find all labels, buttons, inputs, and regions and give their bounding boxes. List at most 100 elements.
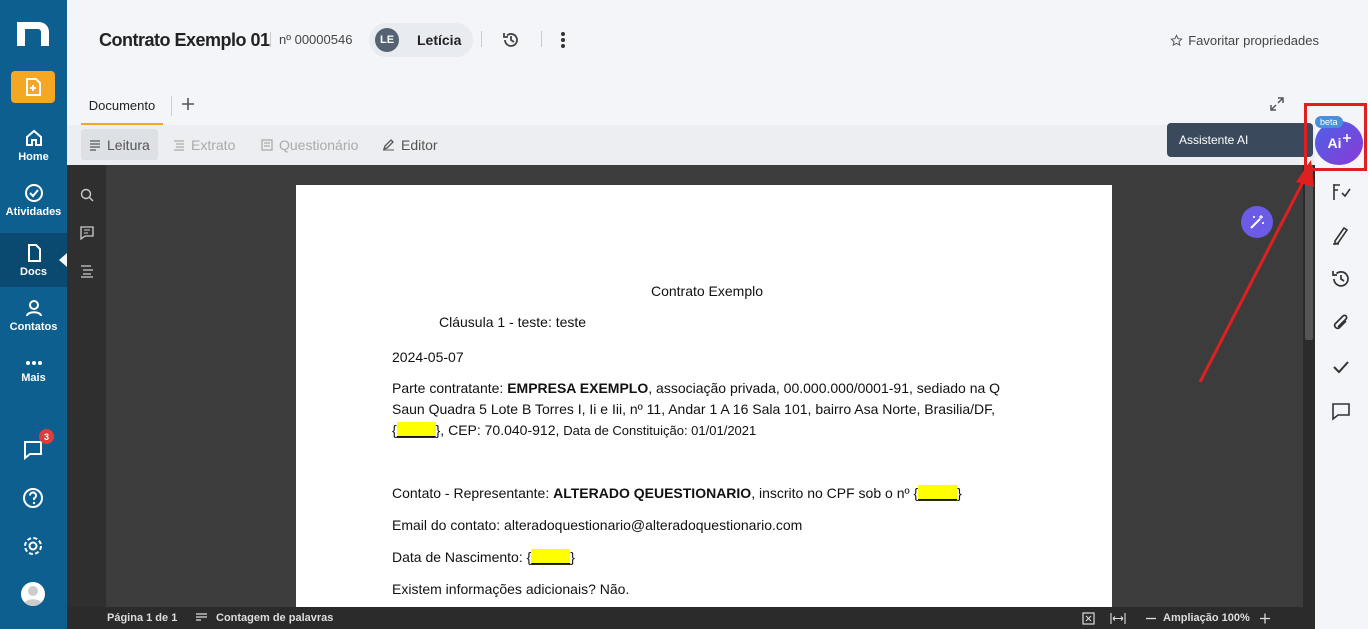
mode-label: Questionário: [279, 136, 359, 153]
paperclip-icon[interactable]: [1330, 312, 1352, 334]
app-logo-icon[interactable]: [15, 18, 51, 48]
favorite-properties-button[interactable]: Favoritar propriedades: [1170, 33, 1319, 48]
document-viewer: Contrato Exemplo Cláusula 1 - teste: tes…: [67, 165, 1315, 607]
avatar-icon: [23, 586, 43, 606]
document-tabs: Documento: [81, 88, 1301, 126]
mode-editor[interactable]: Editor: [374, 129, 446, 160]
divider: [541, 31, 542, 47]
help-icon: [23, 488, 43, 508]
divider: [171, 96, 172, 116]
star-icon: [1170, 34, 1184, 47]
new-document-icon: [26, 78, 41, 96]
sidebar-item-contatos[interactable]: Contatos: [0, 288, 67, 342]
document-number: nº 00000546: [270, 32, 352, 47]
history-icon[interactable]: [501, 30, 521, 50]
sidebar-item-atividades[interactable]: Atividades: [0, 173, 67, 227]
contact-paragraph: Contato - Representante: ALTERADO QEUEST…: [392, 485, 962, 501]
page-title: Contrato Exemplo 01: [99, 30, 270, 50]
help-button[interactable]: [20, 485, 46, 511]
party-name: EMPRESA EXEMPLO: [507, 380, 649, 396]
new-document-button[interactable]: [11, 71, 55, 103]
placeholder-field[interactable]: _____: [918, 485, 958, 501]
extra-info-text: Existem informações adicionais? Não.: [392, 581, 630, 597]
document-title: Contrato Exemplo: [650, 283, 764, 299]
right-tool-panel: [1315, 165, 1368, 629]
document-icon: [27, 243, 41, 262]
form-icon: [261, 138, 273, 151]
mode-leitura[interactable]: Leitura: [81, 129, 158, 160]
more-icon: [25, 360, 42, 365]
contact-name: ALTERADO QEUESTIONARIO: [553, 485, 752, 501]
sidebar-item-mais[interactable]: Mais: [0, 343, 67, 397]
annotation-arrow-icon: [1198, 160, 1314, 383]
email-text: Email do contato: alteradoquestionario@a…: [392, 517, 803, 533]
review-flag-icon[interactable]: [1330, 181, 1352, 203]
chat-icon: [24, 441, 42, 461]
signature-pen-icon[interactable]: [1330, 224, 1352, 246]
party-line3-post: }, CEP: 70.040-912,: [435, 422, 564, 438]
version-history-icon[interactable]: [1330, 268, 1352, 290]
home-icon: [25, 129, 42, 146]
plus-icon: [182, 98, 194, 110]
check-circle-icon: [24, 183, 43, 202]
zoom-out-icon[interactable]: [1145, 612, 1157, 625]
chat-button[interactable]: 3: [20, 429, 54, 463]
document-page: Contrato Exemplo Cláusula 1 - teste: tes…: [296, 185, 1112, 607]
tab-documento[interactable]: Documento: [81, 88, 163, 126]
list-icon: [174, 139, 184, 151]
sidebar-item-label: Docs: [20, 265, 47, 278]
add-tab-button[interactable]: [181, 94, 195, 117]
contact-suffix: , inscrito no CPF sob o nº {: [751, 485, 919, 501]
fit-page-icon[interactable]: [1082, 612, 1095, 625]
user-pill[interactable]: LE Letícia: [369, 23, 473, 57]
word-count-icon: [196, 613, 207, 621]
birth-prefix: Data de Nascimento: {: [392, 549, 532, 565]
party-line2: Saun Quadra 5 Lote B Torres I, Ii e Iii,…: [392, 401, 996, 417]
sidebar-item-label: Contatos: [9, 320, 58, 333]
chat-badge: 3: [39, 429, 54, 444]
user-avatar[interactable]: [21, 582, 45, 606]
mode-label: Leitura: [107, 136, 150, 153]
placeholder-field[interactable]: _____: [396, 422, 436, 438]
outline-icon[interactable]: [79, 263, 95, 279]
sidebar-item-home[interactable]: Home: [0, 118, 67, 172]
main-sidebar: Home Atividades Docs Contatos Mais 3: [0, 0, 67, 629]
page-indicator: Página 1 de 1: [107, 612, 178, 624]
constitution-date: Data de Constituição: 01/01/2021: [563, 423, 757, 438]
checkmark-icon[interactable]: [1330, 356, 1352, 378]
expand-icon[interactable]: [1269, 96, 1285, 112]
edit-icon: [382, 139, 394, 151]
search-icon[interactable]: [79, 187, 95, 203]
user-name: Letícia: [417, 32, 462, 48]
sidebar-item-label: Home: [18, 150, 49, 163]
mode-extrato[interactable]: Extrato: [165, 129, 243, 160]
party-prefix: Parte contratante:: [392, 380, 508, 396]
mode-questionario[interactable]: Questionário: [253, 129, 366, 160]
sidebar-item-docs[interactable]: Docs: [0, 233, 67, 287]
viewer-toolbar: [67, 165, 106, 607]
comment-icon[interactable]: [1330, 400, 1352, 422]
fit-width-icon[interactable]: [1110, 612, 1126, 625]
view-mode-toolbar: Leitura Extrato Questionário Editor: [67, 125, 1315, 165]
party-line3-pre: {: [392, 422, 397, 438]
status-bar: Página 1 de 1 Contagem de palavras Ampli…: [67, 607, 1315, 629]
contact-prefix: Contato - Representante:: [392, 485, 554, 501]
date-text: 2024-05-07: [392, 349, 464, 365]
word-count-button[interactable]: Contagem de palavras: [216, 612, 333, 624]
zoom-level: Ampliação 100%: [1163, 612, 1250, 624]
sidebar-item-label: Atividades: [5, 205, 62, 218]
party-line1: , associação privada, 00.000.000/0001-91…: [648, 380, 1001, 396]
document-header: Contrato Exemplo 01 nº 00000546 LE Letíc…: [67, 0, 1368, 80]
placeholder-field[interactable]: _____: [531, 549, 571, 565]
comment-icon[interactable]: [79, 225, 95, 241]
birth-paragraph: Data de Nascimento: {_____}: [392, 549, 575, 565]
zoom-in-icon[interactable]: [1259, 612, 1271, 625]
user-initials-avatar: LE: [375, 28, 399, 52]
settings-button[interactable]: [20, 533, 46, 559]
mode-label: Editor: [401, 136, 438, 153]
favorite-label: Favoritar propriedades: [1188, 33, 1319, 48]
user-icon: [25, 299, 42, 316]
clause-text: Cláusula 1 - teste: teste: [439, 314, 587, 330]
gear-icon: [24, 537, 42, 555]
more-vertical-icon[interactable]: [557, 30, 569, 50]
